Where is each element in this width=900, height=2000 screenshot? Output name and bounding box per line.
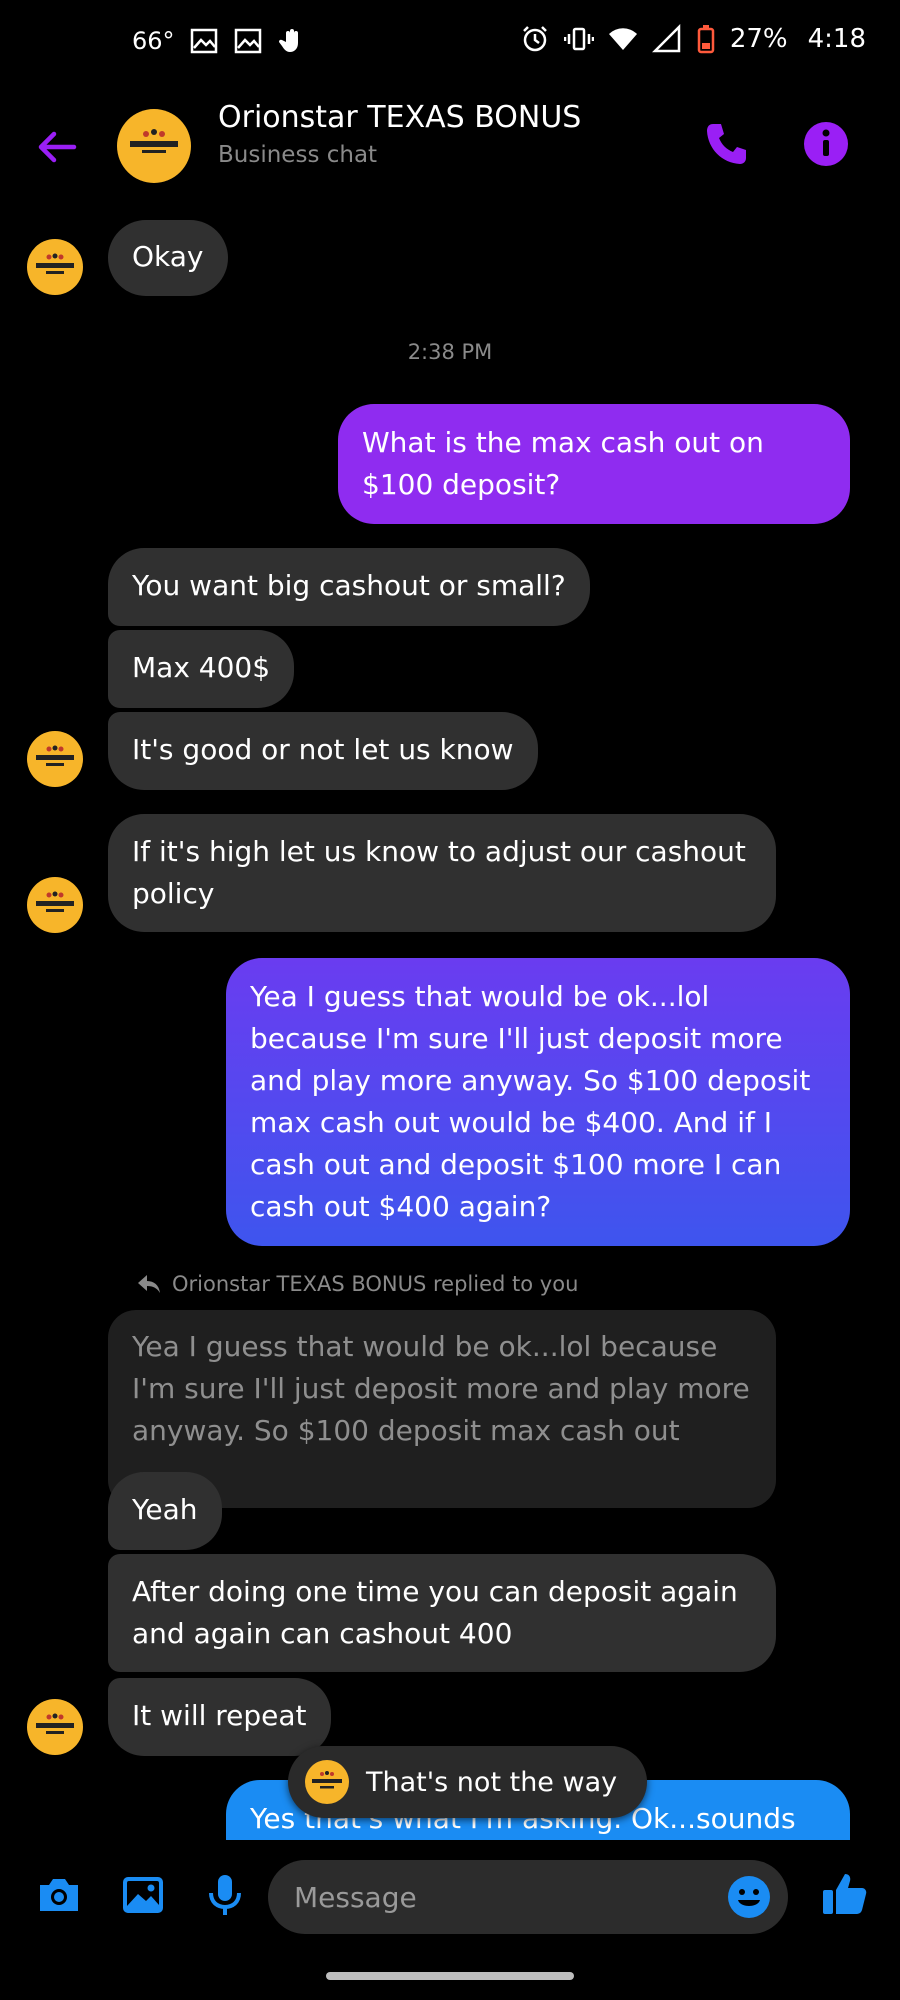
- battery-icon: [697, 25, 715, 54]
- chat-header: Orionstar TEXAS BONUS Business chat: [0, 96, 900, 196]
- gallery-notification-icon-2: [234, 28, 261, 54]
- vibrate-icon: [563, 27, 594, 51]
- alarm-icon: [522, 26, 547, 52]
- status-temperature: 66°: [132, 27, 175, 55]
- incoming-message[interactable]: After doing one time you can deposit aga…: [108, 1554, 776, 1672]
- status-right: 27% 4:18: [520, 24, 866, 54]
- status-bar: 66° 27% 4:18: [0, 0, 900, 88]
- contact-subtitle: Business chat: [218, 142, 378, 168]
- wifi-icon: [608, 28, 637, 50]
- sender-avatar: [27, 1699, 83, 1755]
- clock: 4:18: [807, 24, 866, 54]
- contact-avatar[interactable]: [116, 108, 192, 184]
- gallery-icon[interactable]: [118, 1870, 168, 1920]
- incoming-message[interactable]: Max 400$: [108, 630, 295, 708]
- camera-icon[interactable]: [34, 1870, 84, 1920]
- message-timestamp: 2:38 PM: [407, 340, 493, 364]
- incoming-message[interactable]: Yeah: [108, 1472, 222, 1550]
- contact-name[interactable]: Orionstar TEXAS BONUS: [218, 100, 581, 135]
- incoming-message[interactable]: It will repeat: [108, 1678, 331, 1756]
- incoming-message[interactable]: You want big cashout or small?: [108, 548, 590, 626]
- cell-signal-icon: [651, 24, 681, 53]
- emoji-icon[interactable]: [726, 1874, 772, 1920]
- new-message-toast[interactable]: That's not the way: [288, 1746, 648, 1818]
- message-input[interactable]: [268, 1860, 788, 1934]
- phone-call-icon[interactable]: [700, 118, 752, 170]
- quoted-message[interactable]: Yea I guess that would be ok...lol becau…: [108, 1310, 776, 1508]
- message-composer: [0, 1840, 900, 1950]
- outgoing-message[interactable]: Yea I guess that would be ok...lol becau…: [226, 958, 850, 1246]
- sender-avatar: [27, 731, 83, 787]
- incoming-message[interactable]: Okay: [108, 220, 228, 296]
- reply-icon: [138, 1275, 160, 1293]
- reply-indicator: Orionstar TEXAS BONUS replied to you: [136, 1272, 578, 1296]
- sender-avatar: [27, 239, 83, 295]
- toast-avatar: [305, 1760, 349, 1804]
- reply-label-text: Orionstar TEXAS BONUS replied to you: [172, 1272, 579, 1296]
- microphone-icon[interactable]: [200, 1870, 250, 1920]
- incoming-message[interactable]: If it's high let us know to adjust our c…: [108, 814, 776, 932]
- home-indicator[interactable]: [326, 1972, 574, 1980]
- status-left: 66°: [132, 26, 307, 56]
- toast-text: That's not the way: [366, 1766, 618, 1798]
- gallery-notification-icon: [190, 28, 217, 54]
- quoted-text: Yea I guess that would be ok...lol becau…: [132, 1330, 750, 1447]
- outgoing-message[interactable]: What is the max cash out on $100 deposit…: [338, 404, 850, 524]
- info-icon[interactable]: [800, 118, 852, 170]
- sender-avatar: [27, 877, 83, 933]
- incoming-message[interactable]: It's good or not let us know: [108, 712, 538, 790]
- thumbs-up-icon[interactable]: [818, 1868, 870, 1920]
- back-arrow-icon[interactable]: [32, 122, 82, 172]
- battery-percent: 27%: [729, 24, 788, 54]
- hand-notification-icon: [278, 29, 298, 52]
